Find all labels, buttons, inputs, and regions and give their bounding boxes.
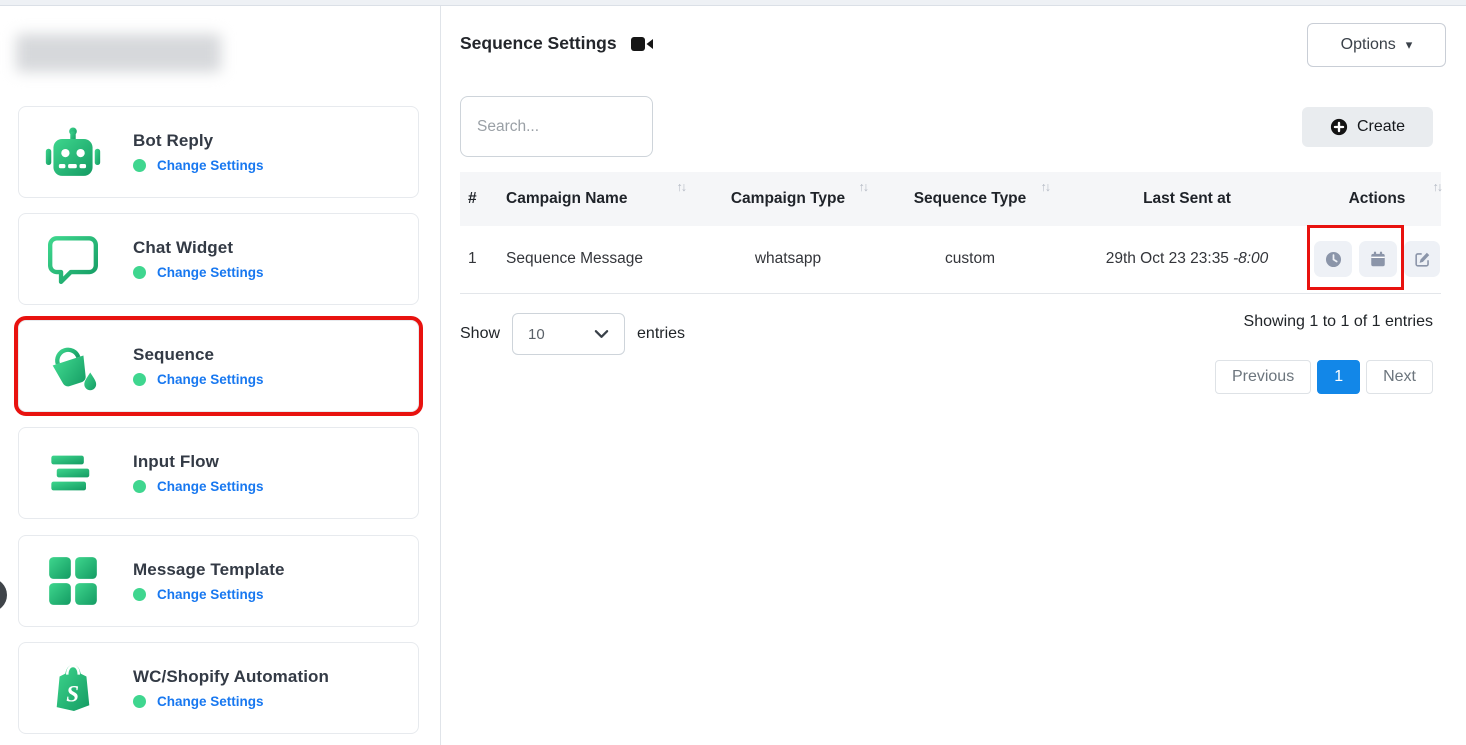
shopify-bag-icon: S: [41, 662, 105, 714]
change-settings-link[interactable]: Change Settings: [157, 265, 264, 280]
caret-down-icon: ▾: [1406, 37, 1413, 53]
edit-button[interactable]: [1404, 241, 1440, 277]
entries-label: entries: [637, 325, 685, 343]
cell-campaign-type: whatsapp: [697, 226, 879, 293]
change-settings-link[interactable]: Change Settings: [157, 479, 264, 494]
sidebar-item-wc-shopify-automation[interactable]: S WC/Shopify Automation Change Settings: [18, 642, 419, 734]
clock-icon: [1324, 250, 1343, 269]
previous-page-button[interactable]: Previous: [1215, 360, 1311, 394]
create-button[interactable]: Create: [1302, 107, 1433, 147]
search-input[interactable]: [460, 96, 653, 157]
last-sent-timezone: -8:00: [1233, 250, 1268, 267]
list-bars-icon: [41, 449, 105, 497]
cell-last-sent-at: 29th Oct 23 23:35-8:00: [1061, 226, 1313, 293]
plus-circle-icon: [1330, 118, 1348, 136]
red-annotation-box: [1314, 241, 1397, 277]
status-dot: [133, 588, 146, 601]
sort-icon[interactable]: ↑↓: [1041, 180, 1050, 194]
card-title: Message Template: [133, 560, 285, 580]
column-header-sequence-type[interactable]: Sequence Type ↑↓: [879, 172, 1061, 226]
card-title: Sequence: [133, 345, 264, 365]
change-settings-link[interactable]: Change Settings: [157, 587, 264, 602]
page-title: Sequence Settings: [460, 33, 617, 54]
column-header-campaign-name[interactable]: Campaign Name ↑↓: [505, 172, 697, 226]
sort-icon[interactable]: ↑↓: [859, 180, 868, 194]
chat-bubble-icon: [41, 234, 105, 284]
edit-icon: [1413, 250, 1432, 269]
sidebar-item-message-template[interactable]: Message Template Change Settings: [18, 535, 419, 627]
table-row: 1 Sequence Message whatsapp custom 29th …: [460, 226, 1441, 293]
pagination: Previous 1 Next: [1215, 360, 1433, 394]
table-header-row: # Campaign Name ↑↓ Campaign Type ↑↓ Sequ…: [460, 172, 1441, 226]
chevron-down-icon: [594, 329, 609, 339]
show-label: Show: [460, 325, 500, 343]
change-settings-link[interactable]: Change Settings: [157, 158, 264, 173]
sort-icon[interactable]: ↑↓: [677, 180, 686, 194]
status-dot: [133, 159, 146, 172]
calendar-icon: [1369, 250, 1387, 269]
column-header-index: #: [460, 172, 505, 226]
grid-icon: [41, 555, 105, 607]
card-title: Chat Widget: [133, 238, 264, 258]
page-size-select[interactable]: 10: [512, 313, 625, 355]
cell-campaign-name: Sequence Message: [505, 226, 697, 293]
status-dot: [133, 373, 146, 386]
sort-icon[interactable]: ↑↓: [1433, 180, 1442, 194]
calendar-button[interactable]: [1359, 241, 1397, 277]
svg-text:S: S: [66, 681, 79, 706]
page-size-value: 10: [528, 326, 545, 343]
next-page-button[interactable]: Next: [1366, 360, 1433, 394]
sequence-table: # Campaign Name ↑↓ Campaign Type ↑↓ Sequ…: [460, 172, 1422, 294]
current-page-button[interactable]: 1: [1317, 360, 1360, 394]
schedule-clock-button[interactable]: [1314, 241, 1352, 277]
cell-index: 1: [460, 226, 505, 293]
robot-icon: [41, 127, 105, 177]
status-dot: [133, 266, 146, 279]
change-settings-link[interactable]: Change Settings: [157, 694, 264, 709]
sidebar-item-chat-widget[interactable]: Chat Widget Change Settings: [18, 213, 419, 305]
main-content: Sequence Settings Options ▾ Create #: [441, 6, 1466, 745]
sidebar: Bot Reply Change Settings Chat Widget Ch…: [0, 6, 441, 745]
sidebar-item-bot-reply[interactable]: Bot Reply Change Settings: [18, 106, 419, 198]
create-label: Create: [1357, 118, 1405, 136]
sidebar-item-input-flow[interactable]: Input Flow Change Settings: [18, 427, 419, 519]
cell-sequence-type: custom: [879, 226, 1061, 293]
video-camera-icon[interactable]: [631, 35, 655, 53]
last-sent-date: 29th Oct 23 23:35: [1106, 250, 1229, 267]
options-button[interactable]: Options ▾: [1307, 23, 1446, 67]
cell-actions: [1313, 226, 1441, 293]
change-settings-link[interactable]: Change Settings: [157, 372, 264, 387]
paint-bucket-icon: [41, 339, 105, 393]
card-title: Input Flow: [133, 452, 264, 472]
status-dot: [133, 695, 146, 708]
column-header-actions[interactable]: Actions ↑↓: [1313, 172, 1441, 226]
showing-entries-text: Showing 1 to 1 of 1 entries: [1244, 313, 1433, 331]
card-title: WC/Shopify Automation: [133, 667, 329, 687]
app-logo: [16, 34, 221, 72]
status-dot: [133, 480, 146, 493]
options-label: Options: [1341, 36, 1396, 54]
column-header-campaign-type[interactable]: Campaign Type ↑↓: [697, 172, 879, 226]
card-title: Bot Reply: [133, 131, 264, 151]
column-header-last-sent-at[interactable]: Last Sent at: [1061, 172, 1313, 226]
sidebar-item-sequence[interactable]: Sequence Change Settings: [18, 320, 419, 412]
